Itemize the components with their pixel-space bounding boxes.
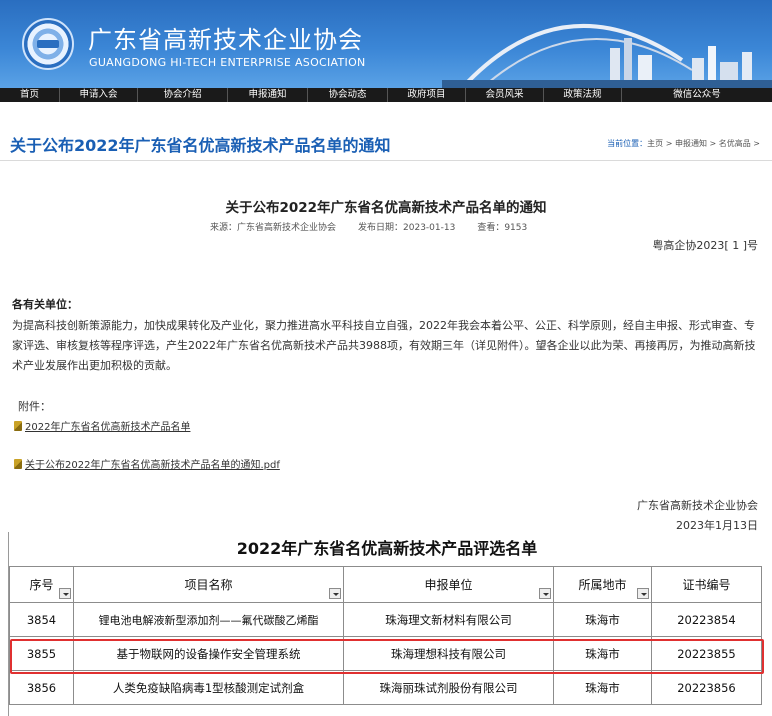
header-cell-project: 项目名称 [73,566,344,603]
article-signature: 广东省高新技术企业协会 2023年1月13日 [637,496,758,536]
main-nav: 首页 申请入会 协会介绍 申报通知 协会动态 政府项目 会员风采 政策法规 微信… [0,88,772,102]
product-table: 序号 项目名称 申报单位 所属地市 证书编号 3854 锂电池电解液新型添加剂—… [9,566,762,705]
cell-city: 珠海市 [553,670,652,705]
attachment-link-text[interactable]: 关于公布2022年广东省名优高新技术产品名单的通知.pdf [25,460,280,471]
nav-item-gov-projects[interactable]: 政府项目 [388,88,466,102]
cell-cert: 20223854 [651,602,762,637]
table-row: 3854 锂电池电解液新型添加剂——氟代碳酸乙烯酯 珠海理文新材料有限公司 珠海… [9,602,762,637]
article-title: 关于公布2022年广东省名优高新技术产品名单的通知 [225,200,547,216]
cell-no: 3855 [9,636,74,671]
site-title[interactable]: 广东省高新技术企业协会 [88,20,363,55]
cell-unit: 珠海理想科技有限公司 [343,636,554,671]
page-title: 关于公布2022年广东省名优高新技术产品名单的通知 [10,136,391,155]
cell-cert: 20223855 [651,636,762,671]
cell-project: 锂电池电解液新型添加剂——氟代碳酸乙烯酯 [73,602,344,637]
product-list-sheet: 2022年广东省名优高新技术产品评选名单 序号 项目名称 申报单位 所属地市 证… [8,532,764,716]
nav-item-about[interactable]: 协会介绍 [138,88,228,102]
breadcrumb-path[interactable]: 主页 > 申报通知 > 名优高品 > [647,139,760,148]
site-banner: 广东省高新技术企业协会 GUANGDONG HI-TECH ENTERPRISE… [0,0,772,88]
attachment-icon [14,421,22,431]
article-source: 来源：广东省高新技术企业协会 [210,223,337,233]
document-number: 粤高企协2023[ 1 ]号 [652,239,758,252]
nav-item-members[interactable]: 会员风采 [466,88,544,102]
nav-item-join[interactable]: 申请入会 [60,88,138,102]
cell-project: 人类免疫缺陷病毒1型核酸测定试剂盒 [73,670,344,705]
attachment-link-pdf[interactable]: 关于公布2022年广东省名优高新技术产品名单的通知.pdf [14,456,280,471]
header-cell-cert: 证书编号 [651,566,762,603]
attachment-link-text[interactable]: 2022年广东省名优高新技术产品名单 [25,422,190,433]
filter-dropdown-icon[interactable] [637,588,649,599]
page-header: 关于公布2022年广东省名优高新技术产品名单的通知 当前位置：主页 > 申报通知… [0,118,772,162]
table-row: 3855 基于物联网的设备操作安全管理系统 珠海理想科技有限公司 珠海市 202… [9,636,762,671]
cell-project: 基于物联网的设备操作安全管理系统 [73,636,344,671]
cell-no: 3856 [9,670,74,705]
signature-org: 广东省高新技术企业协会 [637,499,758,512]
nav-item-home[interactable]: 首页 [0,88,60,102]
filter-dropdown-icon[interactable] [329,588,341,599]
breadcrumb: 当前位置：主页 > 申报通知 > 名优高品 > [607,138,760,149]
nav-item-news[interactable]: 协会动态 [308,88,388,102]
article-meta: 来源：广东省高新技术企业协会 发布日期：2023-01-13 查看：9153 [210,220,549,233]
nav-item-policies[interactable]: 政策法规 [544,88,622,102]
cell-cert: 20223856 [651,670,762,705]
nav-item-wechat[interactable]: 微信公众号 [622,88,772,102]
table-row: 3856 人类免疫缺陷病毒1型核酸测定试剂盒 珠海丽珠试剂股份有限公司 珠海市 … [9,670,762,705]
breadcrumb-lead: 当前位置： [607,139,648,148]
header-cell-no: 序号 [9,566,74,603]
article-greeting: 各有关单位： [12,298,78,311]
header-cell-unit: 申报单位 [343,566,554,603]
cell-unit: 珠海理文新材料有限公司 [343,602,554,637]
site-subtitle: GUANGDONG HI-TECH ENTERPRISE ASOCIATION [89,56,366,69]
attachment-icon [14,459,22,469]
divider [0,160,772,161]
cell-city: 珠海市 [553,636,652,671]
cell-no: 3854 [9,602,74,637]
city-skyline-image [442,23,772,88]
attachments-label: 附件： [18,400,51,413]
table-header-row: 序号 项目名称 申报单位 所属地市 证书编号 [9,566,762,603]
article-views: 查看：9153 [477,223,528,233]
cell-unit: 珠海丽珠试剂股份有限公司 [343,670,554,705]
nav-item-notices[interactable]: 申报通知 [228,88,308,102]
association-logo-icon[interactable] [22,18,74,70]
cell-city: 珠海市 [553,602,652,637]
filter-dropdown-icon[interactable] [59,588,71,599]
article-body: 为提高科技创新策源能力，加快成果转化及产业化，聚力推进高水平科技自立自强，202… [12,319,756,372]
article-date: 发布日期：2023-01-13 [358,223,456,233]
filter-dropdown-icon[interactable] [539,588,551,599]
header-cell-city: 所属地市 [553,566,652,603]
attachment-link-list[interactable]: 2022年广东省名优高新技术产品名单 [14,418,190,433]
sheet-title: 2022年广东省名优高新技术产品评选名单 [236,539,538,558]
